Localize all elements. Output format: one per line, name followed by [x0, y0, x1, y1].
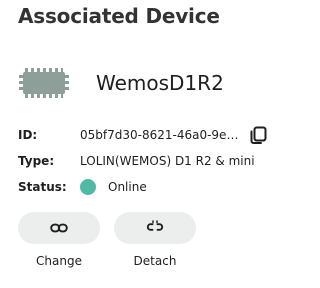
type-label: Type:: [18, 154, 55, 168]
unlink-icon: [146, 219, 164, 238]
status-badge: Online: [80, 179, 147, 195]
device-summary: WemosD1R2: [18, 66, 224, 100]
device-name: WemosD1R2: [96, 71, 224, 95]
link-icon: [50, 219, 68, 238]
detach-device-button[interactable]: Detach: [114, 212, 196, 268]
detach-label: Detach: [133, 254, 177, 268]
device-actions: Change Detach: [18, 212, 196, 268]
status-value: Online: [108, 180, 147, 194]
change-device-button[interactable]: Change: [18, 212, 100, 268]
copy-icon[interactable]: [248, 125, 268, 145]
type-value: LOLIN(WEMOS) D1 R2 & mini: [80, 154, 255, 168]
id-value: 05bf7d30-8621-46a0-9e45-...: [80, 128, 244, 142]
device-details: ID: 05bf7d30-8621-46a0-9e45-... Type: LO…: [18, 122, 274, 200]
panel-heading: Associated Device: [18, 4, 220, 28]
detach-button-pill[interactable]: [114, 212, 196, 244]
status-label: Status:: [18, 180, 67, 194]
change-button-pill[interactable]: [18, 212, 100, 244]
detail-row-type: Type: LOLIN(WEMOS) D1 R2 & mini: [18, 148, 274, 174]
associated-device-panel: Associated Device WemosD1R2 ID: 05bf7d30…: [0, 0, 280, 288]
microcontroller-board-icon: [18, 66, 70, 100]
detail-row-status: Status: Online: [18, 174, 274, 200]
detail-row-id: ID: 05bf7d30-8621-46a0-9e45-...: [18, 122, 274, 148]
change-label: Change: [36, 254, 82, 268]
status-dot-icon: [80, 179, 96, 195]
id-label: ID:: [18, 128, 38, 142]
